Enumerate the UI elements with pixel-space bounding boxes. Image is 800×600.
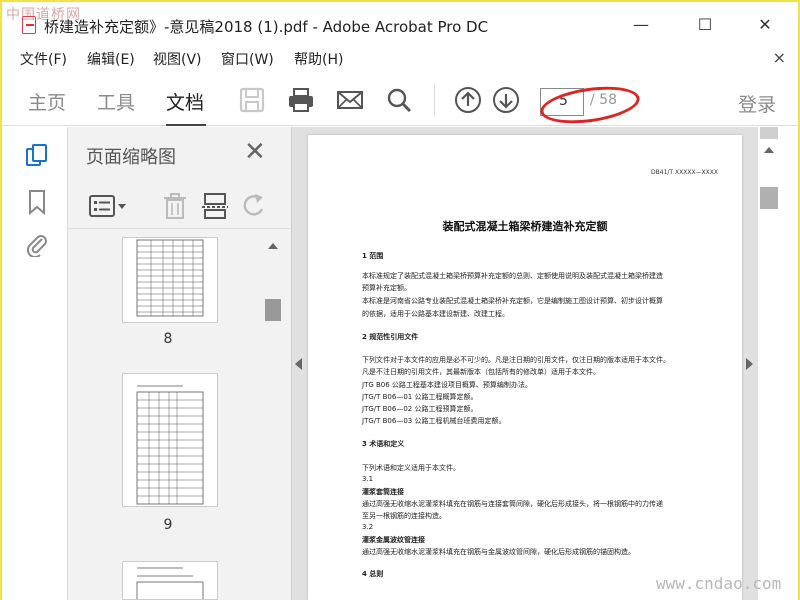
close-window-button[interactable]: ✕ [750, 12, 780, 38]
document-page: DB41/T XXXXX—XXXX 装配式混凝土箱梁桥建造补充定额 1 范围 本… [308, 135, 742, 600]
doc-line: 本标准是河南省公路专业装配式混凝土箱梁桥补充定额，它是编制施工图设计预算、初步设… [362, 297, 663, 305]
doc-line: 灌浆套筒连接 [362, 488, 404, 496]
menu-edit[interactable]: 编辑(E) [87, 49, 135, 69]
page-thumbnail-9[interactable] [122, 373, 218, 507]
doc-line: 预算补充定额。 [362, 284, 411, 292]
extract-icon[interactable] [200, 191, 230, 221]
toolbar: 主页 工具 文档 5 / 58 登录 [2, 74, 798, 126]
watermark-bottom: www.cndao.com [656, 574, 782, 593]
login-button[interactable]: 登录 [738, 90, 776, 117]
page-thumbnails-icon[interactable] [24, 143, 50, 169]
menu-file[interactable]: 文件(F) [20, 49, 67, 69]
doc-line: 通过高强无收缩水泥灌浆料填充在钢筋与连接套筒间隙，硬化后形成接头，将一根钢筋中的… [362, 500, 663, 508]
navigation-rail [2, 127, 68, 600]
doc-line: 3 术语和定义 [362, 440, 405, 448]
doc-line: 3.1 [362, 475, 374, 483]
thumbnail-scrollbar[interactable] [264, 239, 282, 597]
doc-line: 1 范围 [362, 252, 384, 260]
maximize-button[interactable]: ☐ [690, 12, 720, 38]
panel-title: 页面缩略图 [86, 147, 176, 168]
thumbnail-label-9: 9 [163, 517, 173, 533]
bookmarks-icon[interactable] [24, 189, 50, 215]
doc-line: 3.2 [362, 523, 374, 531]
document-title: 装配式混凝土箱梁桥建造补充定额 [442, 220, 608, 233]
menu-view[interactable]: 视图(V) [153, 49, 202, 69]
menu-window[interactable]: 窗口(W) [221, 49, 274, 69]
thumbnail-8-preview [136, 239, 204, 317]
app-window: 中国道桥网 桥建造补充定额》-意见稿2018 (1).pdf - Adobe A… [0, 0, 800, 600]
tab-tools[interactable]: 工具 [97, 88, 135, 115]
standard-code: DB41/T XXXXX—XXXX [651, 169, 718, 176]
pdf-file-icon [22, 16, 36, 34]
menu-bar: 文件(F) 编辑(E) 视图(V) 窗口(W) 帮助(H) × [2, 46, 798, 72]
close-panel-button[interactable]: ✕ [244, 137, 266, 167]
doc-line: 下列术语和定义适用于本文件。 [362, 464, 460, 472]
print-icon[interactable] [287, 86, 315, 114]
doc-line: 凡是不注日期的引用文件，其最新版本（包括所有的修改单）适用于本文件。 [362, 368, 600, 376]
thumbnail-10-preview [136, 567, 204, 599]
doc-line: 下列文件对于本文件的应用是必不可少的。凡是注日期的引用文件，仅注日期的版本适用于… [362, 356, 670, 364]
toolbar-separator [434, 84, 435, 116]
document-view[interactable]: DB41/T XXXXX—XXXX 装配式混凝土箱梁桥建造补充定额 1 范围 本… [292, 127, 758, 600]
tab-document[interactable]: 文档 [166, 88, 204, 115]
minimize-button[interactable]: — [626, 12, 656, 38]
page-thumbnail-8[interactable] [122, 237, 218, 323]
page-down-icon[interactable] [492, 86, 520, 114]
attachments-icon[interactable] [24, 231, 50, 257]
doc-line: 4 总则 [362, 570, 384, 578]
menu-help[interactable]: 帮助(H) [294, 49, 343, 69]
active-tab-indicator [166, 124, 206, 126]
save-icon[interactable] [238, 86, 266, 114]
search-icon[interactable] [385, 86, 413, 114]
close-document-button[interactable]: × [773, 48, 786, 67]
doc-line: JTG/T B06—02 公路工程预算定额。 [362, 405, 478, 413]
panel-toolbar [68, 183, 292, 229]
options-menu-icon[interactable] [88, 191, 128, 221]
scrollbar-thumb[interactable] [265, 299, 281, 321]
collapse-left-icon[interactable] [295, 358, 302, 370]
doc-line: 本标准规定了装配式混凝土箱梁桥预算补充定额的总则、定额使用说明及装配式混凝土箱梁… [362, 272, 663, 280]
thumbnail-label-8: 8 [163, 331, 173, 347]
rotate-icon[interactable] [240, 191, 270, 221]
doc-line: JTG B06 公路工程基本建设项目概算、预算编制办法。 [362, 381, 532, 389]
page-thumbnail-10[interactable] [122, 561, 218, 600]
email-icon[interactable] [336, 86, 364, 114]
title-bar: 中国道桥网 桥建造补充定额》-意见稿2018 (1).pdf - Adobe A… [2, 2, 798, 50]
doc-line: 2 规范性引用文件 [362, 333, 419, 341]
scrollbar-top-block [760, 127, 778, 139]
doc-line: 至另一根钢筋的连接构造。 [362, 512, 446, 520]
scroll-up-arrow-icon[interactable] [764, 147, 774, 153]
delete-icon[interactable] [160, 191, 190, 221]
doc-line: 通过高强无收缩水泥灌浆料填充在钢筋与金属波纹管间隙，硬化后形成钢筋的锚固构造。 [362, 548, 635, 556]
window-title: 桥建造补充定额》-意见稿2018 (1).pdf - Adobe Acrobat… [44, 18, 489, 36]
thumbnail-panel: 页面缩略图 ✕ 8 9 [68, 127, 292, 600]
thumbnail-9-preview [136, 385, 204, 505]
scroll-up-arrow-icon[interactable] [268, 243, 278, 249]
collapse-right-icon[interactable] [746, 358, 753, 370]
doc-line: 灌浆金属波纹管连接 [362, 536, 425, 544]
doc-line: 的依据，适用于公路基本建设新建、改建工程。 [362, 310, 509, 318]
document-scrollbar[interactable] [758, 127, 798, 600]
page-up-icon[interactable] [454, 86, 482, 114]
doc-line: JTG/T B06—01 公路工程概算定额。 [362, 393, 478, 401]
scrollbar-thumb[interactable] [760, 187, 778, 209]
doc-line: JTG/T B06—03 公路工程机械台班费用定额。 [362, 417, 506, 425]
tab-home[interactable]: 主页 [28, 88, 66, 115]
